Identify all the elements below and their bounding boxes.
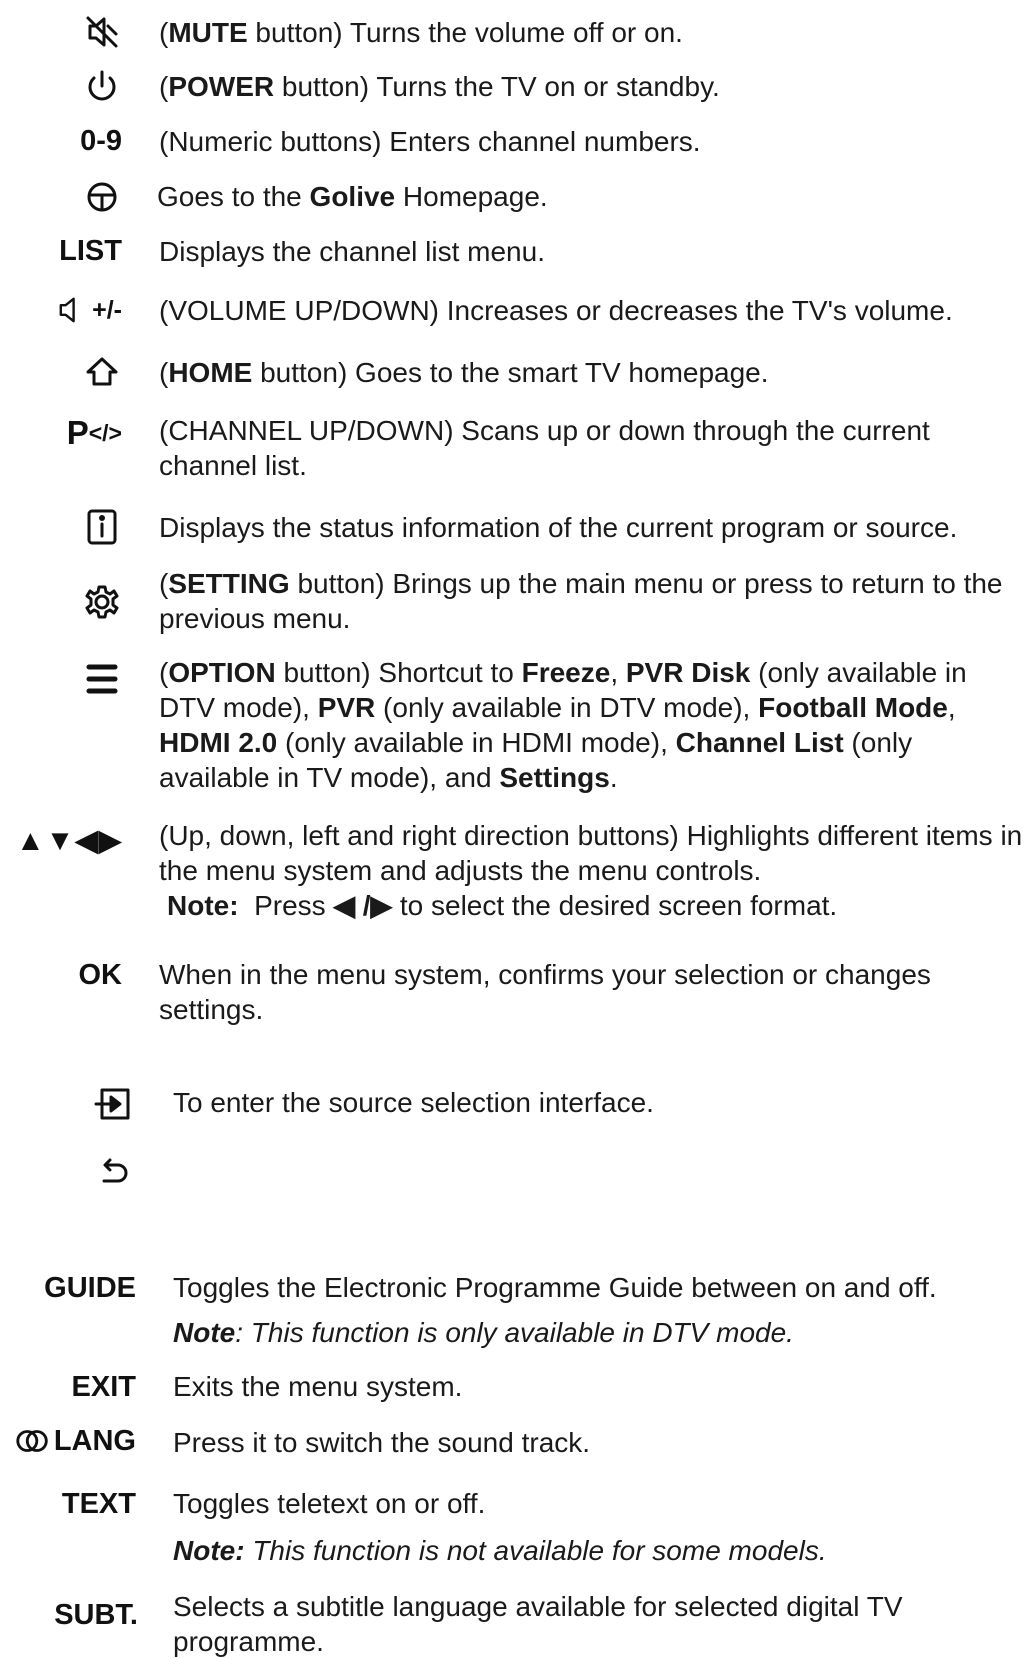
description: To enter the source selection interface. — [173, 1087, 654, 1118]
remote-key: P </> — [66, 414, 122, 451]
description: Selects a subtitle language available fo… — [173, 1591, 903, 1657]
mute-icon — [86, 16, 118, 48]
back-icon — [102, 1158, 128, 1183]
remote-key: TEXT — [61, 1487, 136, 1520]
remote-key — [82, 66, 122, 106]
menu-icon — [86, 664, 118, 694]
description: (SETTING button) Brings up the main menu… — [159, 568, 1003, 634]
description: Press it to switch the sound track. — [173, 1427, 591, 1458]
gear-icon — [85, 585, 119, 619]
remote-key: LIST — [59, 234, 122, 267]
description: Exits the menu system. — [173, 1371, 463, 1402]
remote-key: GUIDE — [44, 1271, 136, 1304]
description: (HOME button) Goes to the smart TV homep… — [159, 357, 769, 388]
remote-key — [94, 1153, 134, 1193]
remote-key — [94, 1083, 134, 1123]
remote-key — [82, 582, 122, 622]
remote-key: SUBT. — [54, 1598, 138, 1631]
home-icon — [86, 357, 118, 386]
remote-key — [82, 507, 122, 547]
golive-icon — [87, 182, 117, 212]
description: (Numeric buttons) Enters channel numbers… — [159, 126, 701, 157]
audio-track-icon — [16, 1430, 48, 1452]
remote-key: LANG — [14, 1421, 136, 1461]
remote-key: ▲▼◀▶ — [15, 824, 122, 857]
description: (MUTE button) Turns the volume off or on… — [159, 17, 683, 48]
description: Displays the status information of the c… — [159, 512, 958, 543]
description: (POWER button) Turns the TV on or standb… — [159, 71, 720, 102]
source-icon — [94, 1088, 130, 1120]
remote-key — [82, 659, 122, 699]
remote-key — [82, 352, 122, 392]
description: When in the menu system, confirms your s… — [159, 959, 931, 1025]
remote-key: EXIT — [71, 1370, 136, 1403]
description: Toggles the Electronic Programme Guide b… — [173, 1272, 937, 1348]
remote-key: OK — [78, 958, 123, 991]
power-icon — [88, 70, 116, 101]
description: (Up, down, left and right direction butt… — [159, 820, 1023, 921]
remote-key: 0-9 — [80, 124, 122, 157]
description: Displays the channel list menu. — [159, 236, 545, 267]
volume-icon — [59, 297, 75, 323]
description: (CHANNEL UP/DOWN) Scans up or down throu… — [159, 415, 930, 481]
description: (OPTION button) Shortcut to Freeze, PVR … — [159, 657, 967, 793]
remote-key: +/- — [56, 290, 122, 330]
description: Goes to the Golive Homepage. — [157, 181, 548, 212]
info-icon — [87, 509, 117, 545]
remote-key — [82, 176, 122, 216]
description: Toggles teletext on or off. Note: This f… — [173, 1488, 827, 1566]
description: (VOLUME UP/DOWN) Increases or decreases … — [159, 295, 953, 326]
remote-key — [82, 12, 122, 52]
